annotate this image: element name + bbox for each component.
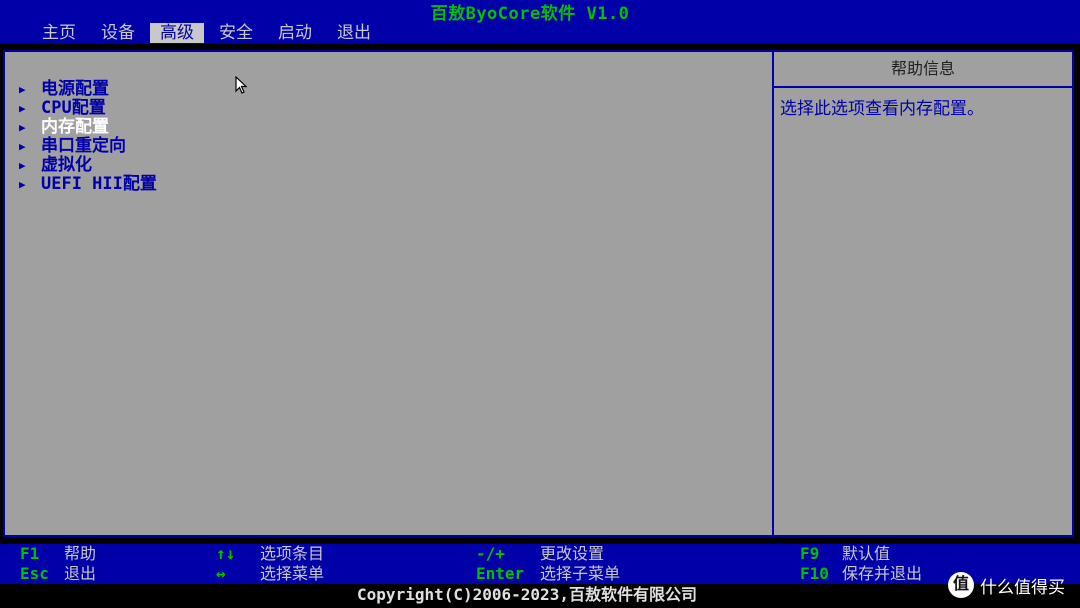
key-hint-row: Enter 选择子菜单: [476, 564, 620, 584]
triangle-right-icon: ▶: [19, 83, 26, 96]
submenu-item-uefi-hii[interactable]: ▶ UEFI HII配置: [19, 175, 157, 194]
key-hint-row: Esc 退出: [20, 564, 96, 584]
key-label: F10: [800, 564, 829, 583]
submenu-item-cpu[interactable]: ▶ CPU配置: [19, 99, 157, 118]
menu-tab-home[interactable]: 主页: [32, 23, 86, 43]
key-label: F1: [20, 544, 40, 563]
footer-bar: Copyright(C)2006-2023,百敖软件有限公司: [0, 584, 1080, 608]
key-hint-row: ↔ 选择菜单: [216, 564, 324, 584]
submenu-item-label: 电源配置: [41, 79, 109, 99]
submenu-item-serial-redirect[interactable]: ▶ 串口重定向: [19, 137, 157, 156]
triangle-right-icon: ▶: [19, 140, 26, 153]
key-group-help-exit: F1 帮助 Esc 退出: [20, 544, 96, 584]
key-description: 选择子菜单: [540, 564, 621, 583]
key-description: 退出: [64, 564, 97, 583]
submenu-item-label: 串口重定向: [41, 136, 126, 156]
watermark: 值 什么值得买: [948, 568, 1065, 602]
title-bar: 百敖ByoCore软件 V1.0 主页 设备 高级 安全 启动 退出: [0, 0, 1080, 44]
menu-tab-security[interactable]: 安全: [209, 23, 263, 43]
triangle-right-icon: ▶: [19, 102, 26, 115]
submenu-item-power[interactable]: ▶ 电源配置: [19, 80, 157, 99]
main-panel: ▶ 电源配置 ▶ CPU配置 ▶ 内存配置 ▶ 串口重定向 ▶ 虚拟化 ▶ UE…: [3, 50, 1074, 537]
submenu-item-label: 内存配置: [41, 117, 109, 137]
key-help-bar: F1 帮助 Esc 退出 ↑↓ 选项条目 ↔ 选择菜单 -/+ 更改设置 Ent…: [0, 544, 1080, 584]
key-hint-row: ↑↓ 选项条目: [216, 544, 324, 564]
settings-pane: ▶ 电源配置 ▶ CPU配置 ▶ 内存配置 ▶ 串口重定向 ▶ 虚拟化 ▶ UE…: [5, 52, 773, 535]
key-description: 默认值: [842, 544, 891, 563]
key-hint-row: F1 帮助: [20, 544, 96, 564]
menu-tab-exit[interactable]: 退出: [327, 23, 381, 43]
submenu-item-label: CPU配置: [41, 98, 106, 118]
help-title: 帮助信息: [774, 52, 1072, 88]
key-group-defaults-save: F9 默认值 F10 保存并退出: [800, 544, 922, 584]
triangle-right-icon: ▶: [19, 159, 26, 172]
submenu-list: ▶ 电源配置 ▶ CPU配置 ▶ 内存配置 ▶ 串口重定向 ▶ 虚拟化 ▶ UE…: [19, 80, 157, 194]
mouse-cursor-icon: [235, 76, 248, 94]
submenu-item-virtualization[interactable]: ▶ 虚拟化: [19, 156, 157, 175]
copyright-text: Copyright(C)2006-2023,百敖软件有限公司: [357, 585, 697, 604]
key-description: 更改设置: [540, 544, 605, 563]
help-pane: 帮助信息 选择此选项查看内存配置。: [774, 52, 1072, 535]
key-group-change-select: -/+ 更改设置 Enter 选择子菜单: [476, 544, 620, 584]
key-hint-row: -/+ 更改设置: [476, 544, 620, 564]
smzdm-logo-icon: 值: [948, 572, 974, 598]
key-description: 选项条目: [260, 544, 325, 563]
top-menu-bar: 主页 设备 高级 安全 启动 退出: [32, 23, 386, 43]
key-label: Enter: [476, 564, 525, 583]
bios-screen: 百敖ByoCore软件 V1.0 主页 设备 高级 安全 启动 退出 ▶ 电源配…: [0, 0, 1080, 608]
submenu-item-memory[interactable]: ▶ 内存配置: [19, 118, 157, 137]
bios-title: 百敖ByoCore软件 V1.0: [430, 4, 630, 24]
menu-tab-advanced[interactable]: 高级: [150, 23, 204, 43]
key-group-navigation: ↑↓ 选项条目 ↔ 选择菜单: [216, 544, 324, 584]
key-label: Esc: [20, 564, 49, 583]
key-description: 选择菜单: [260, 564, 325, 583]
triangle-right-icon: ▶: [19, 121, 26, 134]
menu-tab-devices[interactable]: 设备: [91, 23, 145, 43]
key-hint-row: F10 保存并退出: [800, 564, 922, 584]
submenu-item-label: UEFI HII配置: [41, 174, 157, 194]
watermark-text: 什么值得买: [980, 577, 1065, 597]
key-hint-row: F9 默认值: [800, 544, 922, 564]
key-label: -/+: [476, 544, 505, 563]
triangle-right-icon: ▶: [19, 178, 26, 191]
key-description: 帮助: [64, 544, 97, 563]
key-label: F9: [800, 544, 820, 563]
menu-tab-boot[interactable]: 启动: [268, 23, 322, 43]
key-label: ↑↓: [216, 544, 236, 563]
help-text: 选择此选项查看内存配置。: [780, 99, 984, 119]
key-description: 保存并退出: [842, 564, 923, 583]
key-label: ↔: [216, 564, 226, 583]
submenu-item-label: 虚拟化: [41, 155, 92, 175]
